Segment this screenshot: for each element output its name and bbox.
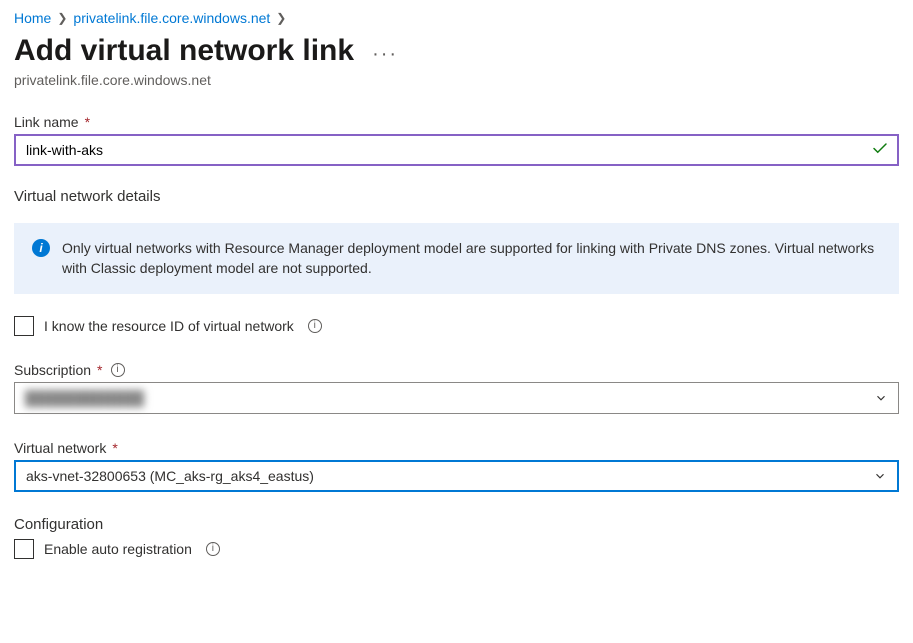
breadcrumb-zone[interactable]: privatelink.file.core.windows.net bbox=[73, 10, 270, 26]
required-indicator: * bbox=[97, 362, 102, 378]
info-tooltip-icon[interactable]: i bbox=[206, 542, 220, 556]
vnet-details-heading: Virtual network details bbox=[14, 188, 899, 205]
chevron-right-icon: ❯ bbox=[57, 11, 67, 25]
required-indicator: * bbox=[112, 440, 117, 456]
vnet-dropdown[interactable]: aks-vnet-32800653 (MC_aks-rg_aks4_eastus… bbox=[14, 460, 899, 492]
vnet-value: aks-vnet-32800653 (MC_aks-rg_aks4_eastus… bbox=[26, 468, 314, 484]
subscription-label: Subscription bbox=[14, 362, 91, 378]
more-actions-button[interactable]: ··· bbox=[372, 43, 398, 70]
info-banner: i Only virtual networks with Resource Ma… bbox=[14, 223, 899, 294]
info-tooltip-icon[interactable]: i bbox=[111, 363, 125, 377]
breadcrumb-home[interactable]: Home bbox=[14, 10, 51, 26]
chevron-right-icon: ❯ bbox=[276, 11, 286, 25]
know-resource-id-checkbox[interactable] bbox=[14, 316, 34, 336]
chevron-down-icon bbox=[873, 469, 887, 483]
checkmark-icon bbox=[871, 140, 889, 161]
info-icon: i bbox=[32, 239, 50, 257]
configuration-heading: Configuration bbox=[14, 516, 899, 533]
auto-registration-label: Enable auto registration bbox=[44, 541, 192, 557]
page-subtitle: privatelink.file.core.windows.net bbox=[14, 72, 899, 88]
know-resource-id-label: I know the resource ID of virtual networ… bbox=[44, 318, 294, 334]
info-banner-text: Only virtual networks with Resource Mana… bbox=[62, 239, 881, 278]
required-indicator: * bbox=[85, 114, 90, 130]
link-name-input[interactable] bbox=[14, 134, 899, 166]
vnet-label: Virtual network bbox=[14, 440, 106, 456]
auto-registration-checkbox[interactable] bbox=[14, 539, 34, 559]
subscription-value: ████████████ bbox=[25, 390, 144, 406]
link-name-label: Link name bbox=[14, 114, 79, 130]
page-title: Add virtual network link bbox=[14, 34, 354, 68]
breadcrumb: Home ❯ privatelink.file.core.windows.net… bbox=[14, 10, 899, 26]
subscription-dropdown[interactable]: ████████████ bbox=[14, 382, 899, 414]
chevron-down-icon bbox=[874, 391, 888, 405]
info-tooltip-icon[interactable]: i bbox=[308, 319, 322, 333]
